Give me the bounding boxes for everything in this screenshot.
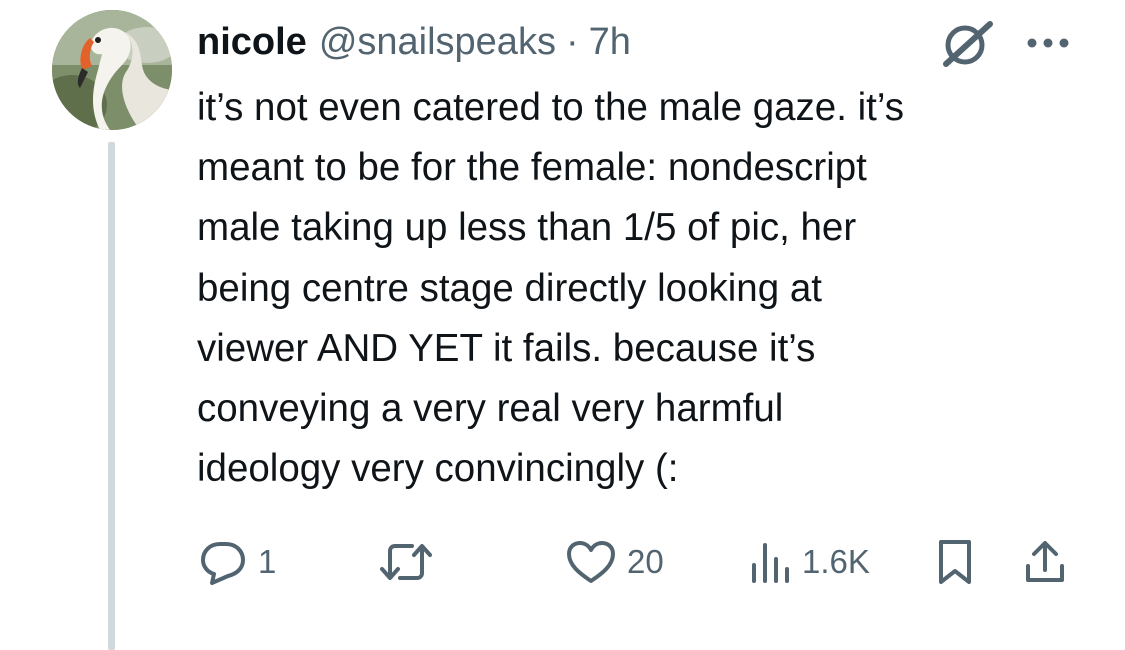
bookmark-icon	[939, 540, 971, 584]
avatar[interactable]	[52, 10, 172, 130]
reply-count: 1	[258, 543, 277, 580]
tweet-text-line: it’s not even catered to the male gaze. …	[197, 86, 904, 129]
reply-icon	[201, 542, 245, 585]
views-icon	[752, 543, 789, 583]
tweet-text-line: conveying a very real very harmful	[197, 387, 784, 431]
tweet-text-line: being centre stage directly looking at	[197, 266, 822, 310]
tweet-text-line: male taking up less than 1/5 of pic, her	[197, 206, 857, 250]
swan-avatar-icon	[52, 10, 172, 130]
tweet-text: it’s not even catered to the male gaze. …	[197, 78, 1097, 499]
user-handle[interactable]: @snailspeaks	[319, 14, 556, 70]
more-options-icon[interactable]	[1024, 28, 1072, 58]
views-button[interactable]: 1.6K	[748, 538, 870, 586]
display-name[interactable]: nicole	[197, 14, 307, 70]
tweet-text-line: viewer AND YET it fails. because it’s	[197, 326, 816, 370]
timestamp[interactable]: 7h	[589, 14, 631, 70]
action-bar: 1 20 1.6K	[0, 520, 1125, 600]
share-icon	[1026, 541, 1064, 582]
heart-icon	[567, 541, 615, 583]
bookmark-button[interactable]	[935, 538, 975, 586]
tweet-text-line: ideology very convincingly (:	[197, 447, 679, 491]
tweet-header: nicole @snailspeaks · 7h	[197, 14, 631, 70]
retweet-icon	[380, 544, 432, 580]
tweet-text-line: meant to be for the female: nondescript	[197, 146, 867, 190]
reply-button[interactable]: 1	[198, 538, 276, 586]
like-button[interactable]: 20	[565, 538, 664, 586]
tweet[interactable]: nicole @snailspeaks · 7h it’s not even c…	[0, 0, 1125, 650]
views-count: 1.6K	[802, 543, 870, 580]
like-count: 20	[627, 543, 664, 580]
retweet-button[interactable]	[378, 538, 444, 586]
grok-icon[interactable]	[938, 18, 996, 70]
separator-dot: ·	[565, 21, 579, 63]
share-button[interactable]	[1023, 538, 1067, 586]
